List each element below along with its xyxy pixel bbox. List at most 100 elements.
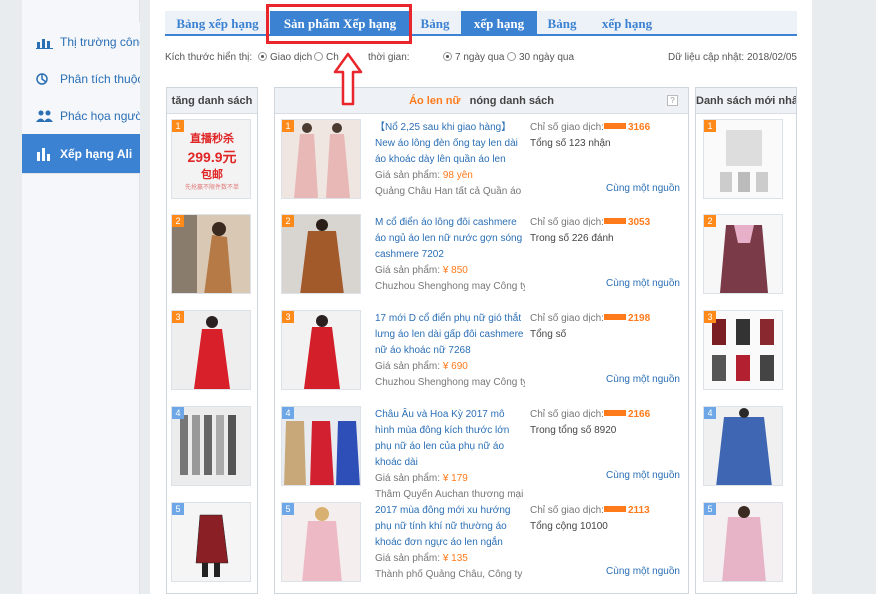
same-source-link[interactable]: Cùng một nguồn [605, 183, 680, 194]
product-thumb[interactable]: 2 [171, 214, 251, 294]
main-content: Bảng xếp hạng Sản phẩm Xếp hạng Bảng xếp… [150, 0, 812, 594]
shop-name[interactable]: Chuzhou Shenghong may Công ty [375, 375, 525, 391]
promo-price: 299.9元 [187, 149, 237, 165]
product-thumb[interactable]: 4 [703, 406, 783, 486]
product-price: Giá sản phẩm: ¥ 135 [375, 553, 468, 564]
product-thumb[interactable]: 1 [281, 119, 361, 199]
radio-7-days[interactable]: 7 ngày qua [443, 52, 505, 63]
rank-badge: 3 [704, 311, 716, 323]
product-thumb[interactable]: 5 [171, 502, 251, 582]
sidebar: Thị trường công Phân tích thuộc Phác họa… [22, 0, 140, 594]
sidebar-item-label: Xếp hạng Ali [60, 146, 133, 161]
sidebar-item-label: Phân tích thuộc [60, 71, 140, 86]
filter-bar: Kích thước hiển thị: Giao dịch Ch thời g… [165, 52, 797, 66]
rising-list-panel: tăng danh sách 1 直播秒杀 299.9元 包邮 先抢赢不限件数不… [166, 87, 258, 594]
data-updated: Dữ liệu cập nhật: 2018/02/05 [667, 52, 797, 63]
panel-title-text: nóng danh sách [469, 95, 554, 107]
rank-badge: 2 [282, 215, 294, 227]
help-icon[interactable]: ? [667, 95, 678, 106]
shop-name[interactable]: Thành phố Quảng Châu, Công ty [375, 567, 525, 583]
product-title[interactable]: Châu Âu và Hoa Kỳ 2017 mô hình mùa đông … [375, 407, 525, 471]
product-title[interactable]: M cổ điển áo lông đôi cashmere áo ngủ áo… [375, 215, 525, 263]
rank-badge: 5 [282, 503, 294, 515]
rank-badge: 5 [172, 503, 184, 515]
people-icon [36, 109, 54, 123]
rank-badge: 1 [282, 120, 294, 132]
stat-bar [603, 123, 626, 129]
bar-chart-icon [36, 35, 54, 49]
product-thumb[interactable]: 2 [703, 214, 783, 294]
ranking-icon [36, 147, 54, 161]
time-label: thời gian: [368, 52, 410, 63]
rank-badge: 4 [704, 407, 716, 419]
rank-badge: 2 [172, 215, 184, 227]
same-source-link[interactable]: Cùng một nguồn [605, 278, 680, 289]
same-source-link[interactable]: Cùng một nguồn [605, 374, 680, 385]
stat-total: Tổng số [530, 329, 567, 340]
stat-bar [603, 314, 626, 320]
product-info: 17 mới D cổ điển phụ nữ gió thắt lưng áo… [375, 311, 525, 391]
sidebar-item-market[interactable]: Thị trường công [22, 22, 140, 62]
product-price: Giá sản phẩm: ¥ 690 [375, 361, 468, 372]
product-title[interactable]: 2017 mùa đông mới xu hướng phụ nữ tính k… [375, 503, 525, 551]
stat-total: Trong số 226 đánh [530, 233, 614, 244]
category-link[interactable]: Áo len nữ [409, 95, 460, 107]
product-info: Châu Âu và Hoa Kỳ 2017 mô hình mùa đông … [375, 407, 525, 503]
product-title[interactable]: 17 mới D cổ điển phụ nữ gió thắt lưng áo… [375, 311, 525, 359]
stat-total: Tổng số 123 nhận [530, 138, 611, 149]
shop-name[interactable]: Chuzhou Shenghong may Công ty [375, 279, 525, 295]
radio-icon [314, 52, 323, 61]
shop-name[interactable]: Thâm Quyến Auchan thương mại [375, 487, 525, 503]
tab-table[interactable]: Bảng [410, 11, 460, 36]
transaction-stat: Chỉ số giao dịch: 3053 Trong số 226 đánh [530, 215, 680, 247]
radio-transactions[interactable]: Giao dịch [258, 52, 312, 63]
product-thumb[interactable]: 3 [171, 310, 251, 390]
rank-badge: 1 [704, 120, 716, 132]
product-price: Giá sản phẩm: ¥ 179 [375, 473, 468, 484]
product-title[interactable]: 【Nổ 2,25 sau khi giao hàng】New áo lông đ… [375, 120, 525, 168]
rank-badge: 3 [172, 311, 184, 323]
tab-ranking-2[interactable]: xếp hạng [587, 11, 667, 36]
rank-badge: 4 [282, 407, 294, 419]
product-thumb[interactable]: 4 [171, 406, 251, 486]
product-price: Giá sản phẩm: ¥ 850 [375, 265, 468, 276]
radio-selected-icon [443, 52, 452, 61]
tab-leaderboard[interactable]: Bảng xếp hạng [165, 11, 270, 36]
up-arrow-icon [333, 52, 363, 106]
product-thumb[interactable]: 1 直播秒杀 299.9元 包邮 先抢赢不限件数不单 [171, 119, 251, 199]
product-thumb[interactable]: 1 [703, 119, 783, 199]
rank-badge: 2 [704, 215, 716, 227]
transaction-stat: Chỉ số giao dịch: 2198 Tổng số [530, 311, 680, 343]
product-info: M cổ điển áo lông đôi cashmere áo ngủ áo… [375, 215, 525, 295]
product-thumb[interactable]: 2 [281, 214, 361, 294]
stat-total: Tổng cộng 10100 [530, 521, 608, 532]
rank-badge: 1 [172, 120, 184, 132]
product-price: Giá sản phẩm: 98 yên [375, 170, 473, 181]
product-thumb[interactable]: 3 [281, 310, 361, 390]
product-thumb[interactable]: 4 [281, 406, 361, 486]
newest-list-panel: Danh sách mới nhất 1 2 3 4 5 [695, 87, 797, 594]
rank-badge: 3 [282, 311, 294, 323]
stat-bar [603, 218, 626, 224]
display-size-label: Kích thước hiển thị: [165, 52, 253, 63]
shop-name[interactable]: Quảng Châu Han tất cả Quần áo [375, 184, 525, 200]
tab-table-2[interactable]: Bảng [537, 11, 587, 36]
product-thumb[interactable]: 5 [703, 502, 783, 582]
sidebar-item-attributes[interactable]: Phân tích thuộc [22, 59, 140, 99]
promo-text: 直播秒杀 [190, 133, 234, 145]
transaction-stat: Chỉ số giao dịch: 2113 Tổng cộng 10100 [530, 503, 680, 535]
product-thumb[interactable]: 3 [703, 310, 783, 390]
tab-ranking[interactable]: xếp hạng [461, 11, 537, 36]
promo-text: 先抢赢不限件数不单 [184, 185, 239, 191]
same-source-link[interactable]: Cùng một nguồn [605, 566, 680, 577]
sidebar-item-ranking[interactable]: Xếp hạng Ali [22, 134, 140, 174]
product-thumb[interactable]: 5 [281, 502, 361, 582]
product-info: 2017 mùa đông mới xu hướng phụ nữ tính k… [375, 503, 525, 583]
radio-30-days[interactable]: 30 ngày qua [507, 52, 574, 63]
attribute-icon [36, 72, 54, 86]
radio-selected-icon [258, 52, 267, 61]
stat-bar [603, 506, 626, 512]
sidebar-item-people[interactable]: Phác họa người [22, 96, 140, 136]
stat-bar [603, 410, 626, 416]
same-source-link[interactable]: Cùng một nguồn [605, 470, 680, 481]
